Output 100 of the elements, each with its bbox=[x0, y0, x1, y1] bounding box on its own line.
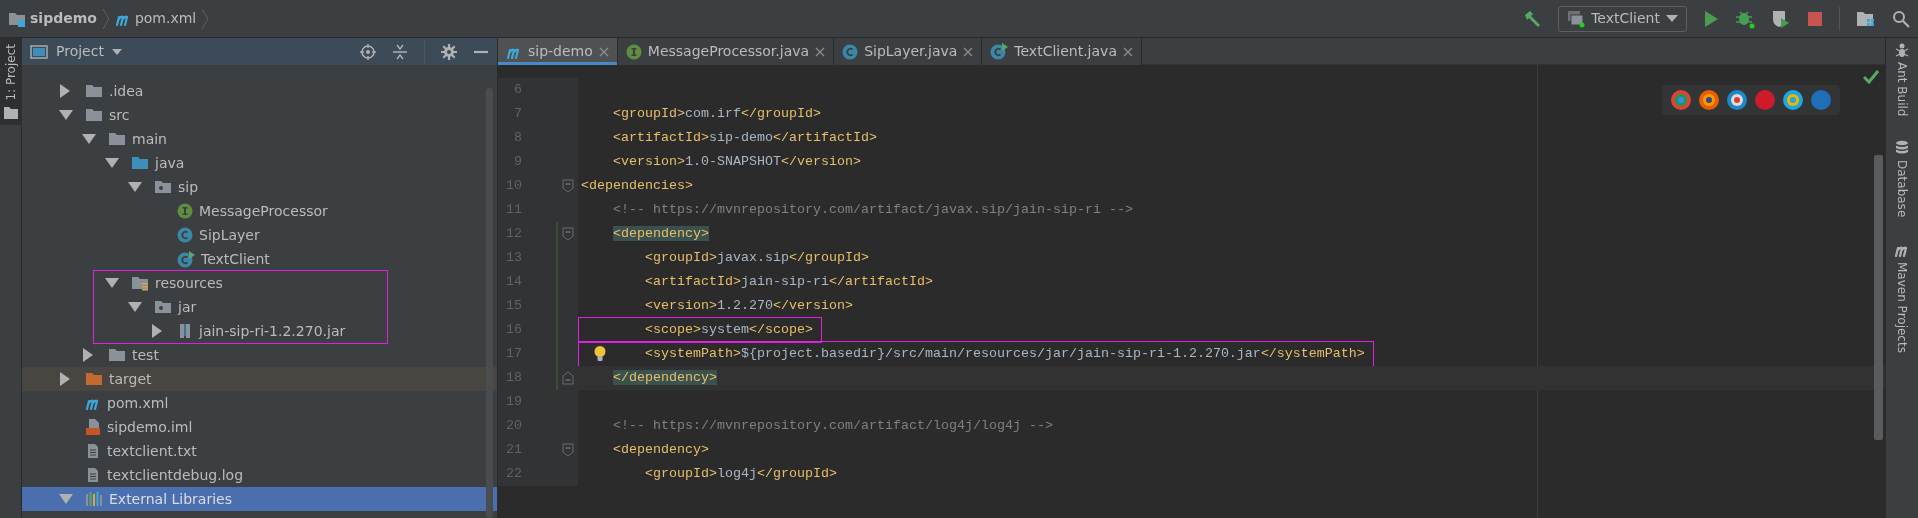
close-icon[interactable] bbox=[598, 46, 609, 57]
code-line: <version>1.2.270</version> bbox=[644, 297, 853, 315]
tree-item[interactable]: .idea bbox=[22, 79, 497, 103]
folder-icon bbox=[85, 83, 103, 99]
view-selector[interactable]: Project bbox=[56, 41, 104, 62]
fold-icon[interactable] bbox=[562, 371, 574, 385]
tree-item[interactable]: textclientdebug.log bbox=[22, 463, 497, 487]
collapse-arrow-icon[interactable] bbox=[128, 181, 142, 193]
editor-tab[interactable]: SipLayer.java bbox=[834, 38, 983, 65]
package-icon bbox=[154, 299, 172, 315]
collapse-arrow-icon[interactable] bbox=[105, 277, 119, 289]
code-comment: <!-- https://mvnrepository.com/artifact/log4j/log4j --> bbox=[612, 417, 1053, 435]
code-line: <scope>system</scope> bbox=[581, 320, 819, 340]
code-line: <groupId>javax.sip</groupId> bbox=[644, 249, 869, 267]
breadcrumb-link[interactable]: sipdemo bbox=[30, 8, 97, 29]
tree-item[interactable]: sip bbox=[22, 175, 497, 199]
tree-item[interactable]: SipLayer bbox=[22, 223, 497, 247]
search-icon[interactable] bbox=[1892, 9, 1910, 28]
runnable-class-icon bbox=[990, 43, 1009, 60]
lightbulb-icon[interactable] bbox=[593, 345, 607, 363]
breadcrumb-link[interactable]: pom.xml bbox=[134, 8, 197, 29]
caret-icon bbox=[1666, 14, 1678, 23]
close-icon[interactable] bbox=[1122, 46, 1133, 57]
expand-arrow-icon[interactable] bbox=[59, 84, 71, 98]
collapse-arrow-icon[interactable] bbox=[128, 301, 142, 313]
tree-item[interactable]: TextClient bbox=[22, 247, 497, 271]
collapse-all-icon[interactable] bbox=[392, 43, 408, 60]
code-line: <groupId>com.irf</groupId> bbox=[612, 105, 821, 123]
code-line: <dependencies> bbox=[581, 177, 693, 195]
library-icon bbox=[85, 491, 103, 507]
module-file-icon bbox=[85, 419, 101, 435]
tree-item[interactable]: External Libraries bbox=[22, 487, 497, 511]
tree-item[interactable]: java bbox=[22, 151, 497, 175]
ant-icon bbox=[1894, 42, 1910, 58]
editor-tab[interactable]: MessageProcessor.java bbox=[617, 38, 835, 65]
interface-icon bbox=[177, 203, 193, 219]
tool-window-tab[interactable]: Ant Build bbox=[1893, 42, 1911, 117]
code-line: <artifactId>jain-sip-ri</artifactId> bbox=[644, 273, 933, 291]
class-icon bbox=[842, 43, 859, 60]
project-folder-icon bbox=[8, 10, 26, 27]
tool-window-tab[interactable]: 1: Project bbox=[0, 38, 22, 125]
tree-item[interactable]: jain-sip-ri-1.2.270.jar bbox=[94, 319, 387, 343]
fold-icon[interactable] bbox=[562, 443, 574, 457]
folder-icon bbox=[108, 347, 126, 363]
project-structure-icon[interactable] bbox=[1856, 9, 1876, 28]
code-comment: <!-- https://mvnrepository.com/artifact/javax.sip/jain-sip-ri --> bbox=[612, 201, 1133, 219]
chevron-icon bbox=[100, 7, 111, 30]
package-icon bbox=[154, 179, 172, 195]
collapse-arrow-icon[interactable] bbox=[59, 109, 73, 121]
collapse-arrow-icon[interactable] bbox=[82, 133, 96, 145]
tree-item[interactable]: sipdemo.iml bbox=[22, 415, 497, 439]
check-icon bbox=[1863, 70, 1879, 84]
editor-tab[interactable]: TextClient.java bbox=[982, 38, 1142, 65]
tree-item[interactable]: main bbox=[22, 127, 497, 151]
caret-icon[interactable] bbox=[111, 48, 122, 55]
expand-arrow-icon[interactable] bbox=[151, 324, 163, 338]
tree-item[interactable]: jar bbox=[94, 295, 387, 319]
tool-window-tab[interactable]: Database bbox=[1893, 140, 1911, 218]
window-icon bbox=[1567, 9, 1586, 28]
code-line: <systemPath>${project.basedir}/src/main/resources/jar/jain-sip-ri-1.2.270.jar</systemPath> bbox=[581, 344, 1371, 364]
folder-icon bbox=[85, 107, 103, 123]
class-icon bbox=[177, 227, 193, 243]
folder-icon bbox=[4, 106, 18, 119]
tree-item[interactable]: target bbox=[22, 367, 497, 391]
fold-icon[interactable] bbox=[562, 227, 574, 241]
code-line: <dependency> bbox=[612, 441, 709, 459]
tool-window-tab[interactable]: Maven Projects bbox=[1893, 241, 1911, 353]
stop-icon[interactable] bbox=[1807, 10, 1823, 27]
collapse-arrow-icon[interactable] bbox=[59, 493, 73, 505]
expand-arrow-icon[interactable] bbox=[82, 348, 94, 362]
archive-icon bbox=[177, 323, 193, 339]
bug-icon[interactable] bbox=[1735, 8, 1755, 29]
code-line: <artifactId>sip-demo</artifactId> bbox=[612, 129, 877, 147]
tree-item[interactable]: test bbox=[22, 343, 497, 367]
editor-tab[interactable]: sip-demo bbox=[498, 38, 618, 65]
tree-item[interactable]: pom.xml bbox=[22, 391, 497, 415]
close-icon[interactable] bbox=[815, 46, 826, 57]
close-icon[interactable] bbox=[963, 46, 974, 57]
collapse-arrow-icon[interactable] bbox=[105, 157, 119, 169]
chevron-icon bbox=[200, 7, 211, 30]
runnable-class-icon bbox=[177, 250, 195, 268]
scrollbar[interactable] bbox=[486, 88, 493, 518]
tree-item[interactable]: src bbox=[22, 103, 497, 127]
tree-item[interactable]: MessageProcessor bbox=[22, 199, 497, 223]
run-configuration-dropdown[interactable]: TextClient bbox=[1558, 5, 1687, 32]
interface-icon bbox=[625, 43, 642, 60]
code-line: <groupId>log4j</groupId> bbox=[644, 465, 837, 483]
folder-icon bbox=[131, 155, 149, 171]
hammer-icon[interactable] bbox=[1522, 8, 1543, 29]
tree-item[interactable]: textclient.txt bbox=[22, 439, 497, 463]
code-line: <version>1.0-SNAPSHOT</version> bbox=[612, 153, 861, 171]
scrollbar[interactable] bbox=[1874, 155, 1883, 440]
run-icon[interactable] bbox=[1703, 9, 1719, 28]
shield-run-icon[interactable] bbox=[1771, 8, 1791, 29]
tree-item[interactable]: resources bbox=[94, 271, 387, 295]
settings-icon[interactable] bbox=[441, 43, 457, 60]
target-icon[interactable] bbox=[360, 43, 376, 60]
folder-icon bbox=[85, 371, 103, 387]
expand-arrow-icon[interactable] bbox=[59, 372, 71, 386]
fold-icon[interactable] bbox=[562, 179, 574, 193]
